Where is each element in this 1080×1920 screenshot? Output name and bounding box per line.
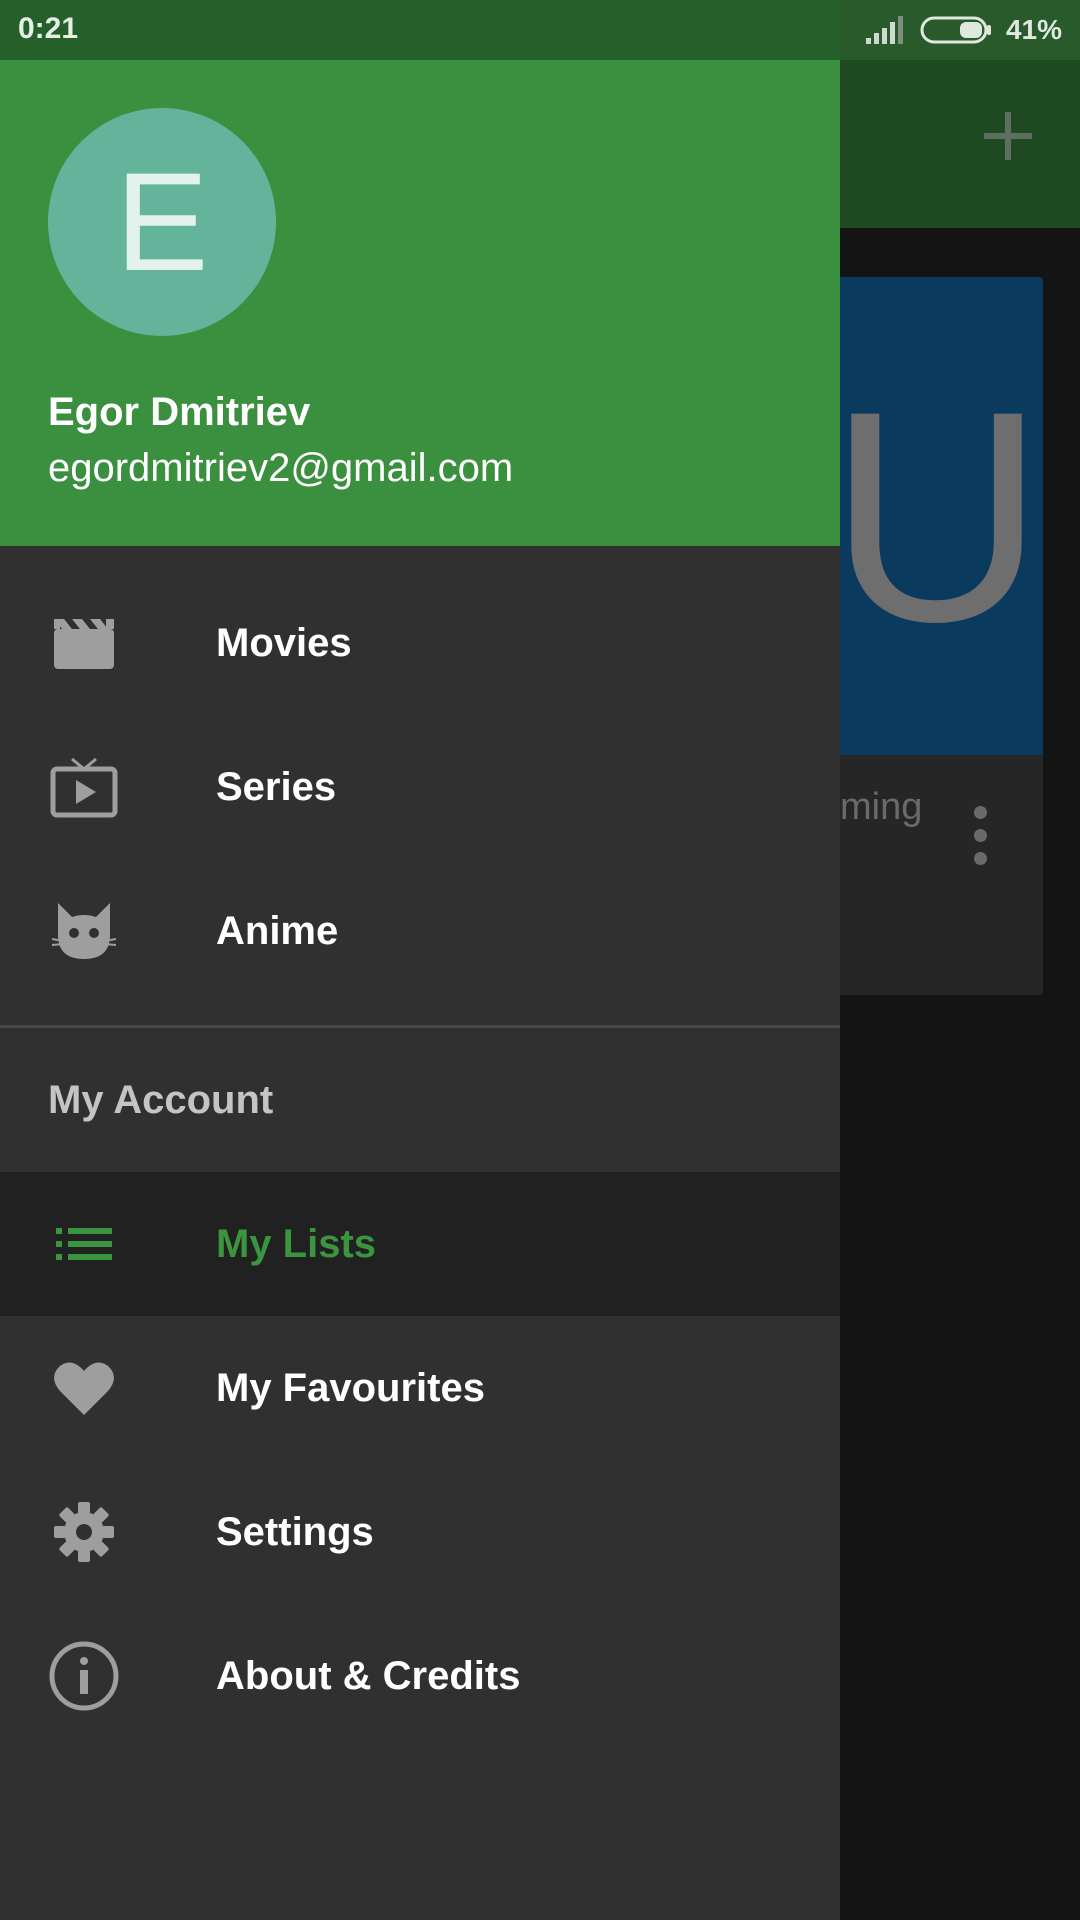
background-card[interactable]: U — [830, 277, 1043, 995]
drawer-item-label: Anime — [216, 908, 339, 953]
gear-icon — [48, 1496, 120, 1568]
drawer-item-about-credits[interactable]: About & Credits — [0, 1604, 840, 1748]
card-poster-letter: U — [830, 348, 1043, 684]
battery-percent: 41% — [1005, 14, 1062, 45]
avatar[interactable]: E — [48, 108, 276, 336]
drawer-item-label: Settings — [216, 1509, 374, 1554]
drawer-item-label: My Favourites — [216, 1365, 485, 1410]
card-title: ming — [840, 786, 923, 828]
card-overflow-menu-icon[interactable] — [974, 806, 990, 870]
user-name: Egor Dmitriev — [48, 390, 311, 434]
drawer-item-label: Movies — [216, 620, 352, 665]
status-time: 0:21 — [18, 12, 79, 45]
navigation-drawer: E Egor Dmitriev egordmitriev2@gmail.com … — [0, 60, 840, 1920]
drawer-item-label: Series — [216, 764, 337, 809]
drawer-item-series[interactable]: Series — [0, 715, 840, 859]
drawer-item-my-lists[interactable]: My Lists — [0, 1172, 840, 1316]
tv-play-icon — [48, 751, 120, 823]
drawer-header: E Egor Dmitriev egordmitriev2@gmail.com — [0, 60, 840, 546]
avatar-letter: E — [115, 143, 209, 300]
heart-icon — [48, 1352, 120, 1424]
drawer-divider — [0, 1025, 840, 1028]
list-icon — [48, 1208, 120, 1280]
user-email: egordmitriev2@gmail.com — [48, 446, 514, 490]
status-bar: 0:21 41% — [0, 0, 1080, 60]
add-icon[interactable] — [980, 108, 1036, 164]
battery-icon — [920, 16, 991, 44]
drawer-item-movies[interactable]: Movies — [0, 571, 840, 715]
drawer-item-my-favourites[interactable]: My Favourites — [0, 1316, 840, 1460]
cat-face-icon — [48, 895, 120, 967]
drawer-item-label: My Lists — [216, 1221, 377, 1266]
drawer-item-settings[interactable]: Settings — [0, 1460, 840, 1604]
section-header-my-account: My Account — [48, 1078, 274, 1122]
signal-icon — [865, 16, 903, 44]
movie-clapper-icon — [48, 607, 120, 679]
drawer-item-anime[interactable]: Anime — [0, 859, 840, 1003]
drawer-item-label: About & Credits — [216, 1653, 521, 1698]
info-icon — [48, 1640, 120, 1712]
